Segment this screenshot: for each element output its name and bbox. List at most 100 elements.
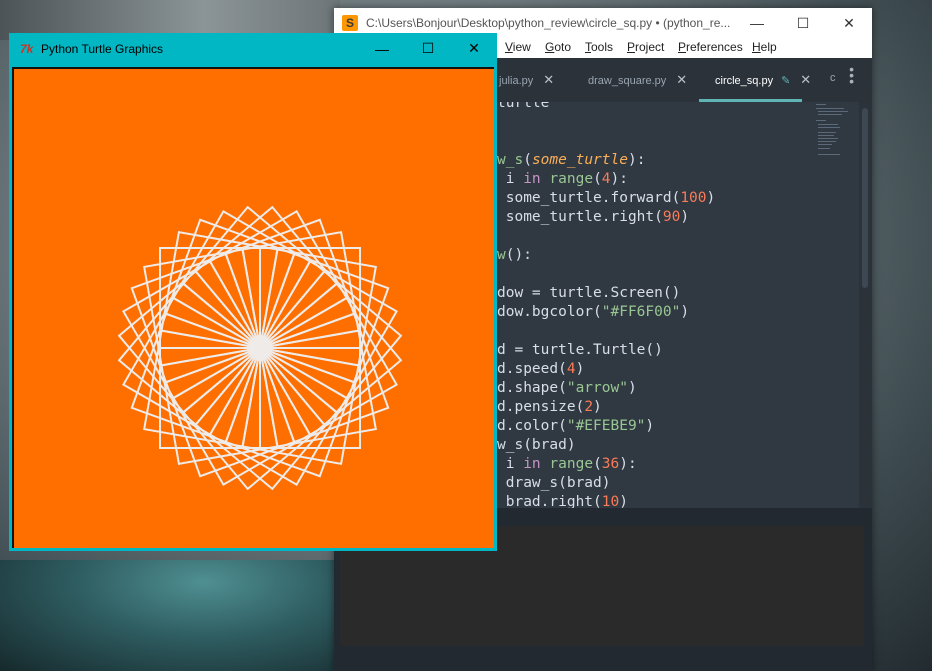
code-line: some_turtle.right(90) (497, 208, 689, 227)
code-token: "arrow" (566, 380, 628, 396)
close-button[interactable]: ✕ (451, 33, 497, 64)
turtle-canvas[interactable] (12, 67, 494, 548)
code-line: draw_s(brad) (497, 474, 611, 493)
code-line: dow.bgcolor("#FF6F00") (497, 303, 689, 322)
code-token: w_s(brad) (497, 437, 576, 453)
code-line: d.color("#EFEBE9") (497, 417, 654, 436)
tab-close-icon[interactable]: ✕ (543, 72, 554, 87)
code-token: 4 (566, 361, 576, 377)
maximize-button[interactable]: ☐ (780, 8, 826, 38)
code-token: range (549, 456, 594, 472)
code-token: dow.bgcolor( (497, 304, 602, 320)
code-token: in (523, 456, 541, 472)
menu-tools[interactable]: Tools (585, 40, 613, 54)
code-token: (): (505, 247, 532, 263)
code-line: w_s(brad) (497, 436, 576, 455)
tab-label: circle_sq.py (715, 75, 774, 87)
code-token: i (497, 171, 524, 187)
code-token: d = turtle.Turtle() (497, 342, 663, 358)
code-token: ): (619, 456, 637, 472)
desktop-wallpaper-bottom (0, 560, 340, 671)
code-token: 4 (601, 171, 611, 187)
code-token: brad.right( (497, 494, 602, 508)
code-line: d = turtle.Turtle() (497, 341, 663, 360)
tab-close-icon[interactable]: ✕ (800, 72, 811, 87)
code-token: ): (610, 171, 628, 187)
code-token: "#FF6F00" (601, 304, 681, 320)
menu-preferences[interactable]: Preferences (678, 40, 743, 54)
code-token: d.speed( (497, 361, 567, 377)
sublime-window-controls: — ☐ ✕ (734, 8, 872, 38)
menu-view[interactable]: View (505, 40, 531, 54)
code-token: 100 (680, 190, 707, 206)
menu-goto[interactable]: Goto (545, 40, 571, 54)
code-line: d.shape("arrow") (497, 379, 637, 398)
code-line: dow = turtle.Screen() (497, 284, 680, 303)
code-token: ) (706, 190, 716, 206)
code-token: ) (619, 494, 628, 508)
code-token: ) (575, 361, 585, 377)
turtle-titlebar[interactable]: 7k Python Turtle Graphics — ☐ ✕ (9, 33, 497, 64)
code-token: turtle (497, 102, 550, 111)
code-line: i in range(4): (497, 170, 628, 189)
tab-draw-square[interactable]: draw_square.py ✕ (588, 72, 687, 88)
menu-project[interactable]: Project (627, 40, 664, 54)
editor-scrollbar[interactable] (859, 102, 872, 508)
code-token: 36 (601, 456, 620, 472)
tab-label: draw_square.py (588, 75, 667, 87)
menu-help[interactable]: Help (752, 40, 777, 54)
code-token: 2 (584, 399, 594, 415)
code-token: w (497, 247, 506, 263)
turtle-window: 7k Python Turtle Graphics — ☐ ✕ (9, 33, 497, 551)
turtle-window-controls: — ☐ ✕ (359, 33, 497, 64)
code-line: w(): (497, 246, 532, 265)
code-line: d.speed(4) (497, 360, 584, 379)
code-token: some_turtle.forward( (497, 190, 681, 206)
tab-partial[interactable]: c (830, 72, 836, 84)
code-token: 90 (662, 209, 681, 225)
code-token: ) (680, 304, 690, 320)
code-token: d.shape( (497, 380, 567, 396)
code-token: draw_s(brad) (497, 475, 611, 491)
tab-close-icon[interactable]: ✕ (676, 72, 687, 87)
sublime-window-title: C:\Users\Bonjour\Desktop\python_review\c… (366, 16, 731, 30)
maximize-button[interactable]: ☐ (405, 33, 451, 64)
code-line: brad.right(10) (497, 493, 628, 508)
code-token: d.color( (497, 418, 567, 434)
tab-circle-sq[interactable]: circle_sq.py ✎ ✕ (715, 72, 811, 88)
code-token: some_turtle.right( (497, 209, 663, 225)
tab-julia[interactable]: julia.py ✕ (499, 72, 554, 88)
code-token: dow = turtle.Screen() (497, 285, 681, 301)
code-token: ( (593, 456, 602, 472)
code-token: ( (593, 171, 602, 187)
scrollbar-thumb[interactable] (862, 108, 868, 288)
tab-label: c (830, 72, 836, 84)
code-token: "#EFEBE9" (566, 418, 646, 434)
turtle-window-title: Python Turtle Graphics (41, 41, 164, 56)
code-token: ) (593, 399, 602, 415)
code-token: in (523, 171, 541, 187)
code-token: some_turtle (531, 152, 628, 168)
code-line: w_s(some_turtle): (497, 151, 645, 170)
code-token: i (497, 456, 524, 472)
code-token: range (549, 171, 594, 187)
minimize-button[interactable]: — (734, 8, 780, 38)
sublime-logo-icon: S (342, 15, 358, 31)
code-token: ( (523, 152, 532, 168)
tab-label: julia.py (499, 75, 534, 87)
code-line: d.pensize(2) (497, 398, 602, 417)
code-token: ) (627, 380, 637, 396)
code-line: some_turtle.forward(100) (497, 189, 716, 208)
code-token: ): (627, 152, 646, 168)
code-token: d.pensize( (497, 399, 585, 415)
minimap[interactable] (814, 102, 854, 172)
code-line: i in range(36): (497, 455, 637, 474)
turtle-drawing (117, 205, 403, 491)
tk-feather-icon: 7k (20, 41, 34, 56)
tab-more-icon[interactable]: • • • (849, 62, 854, 88)
modified-pencil-icon: ✎ (781, 75, 791, 87)
minimize-button[interactable]: — (359, 33, 405, 64)
close-button[interactable]: ✕ (826, 8, 872, 38)
code-token: 10 (601, 494, 620, 508)
code-line: turtle (497, 102, 549, 113)
